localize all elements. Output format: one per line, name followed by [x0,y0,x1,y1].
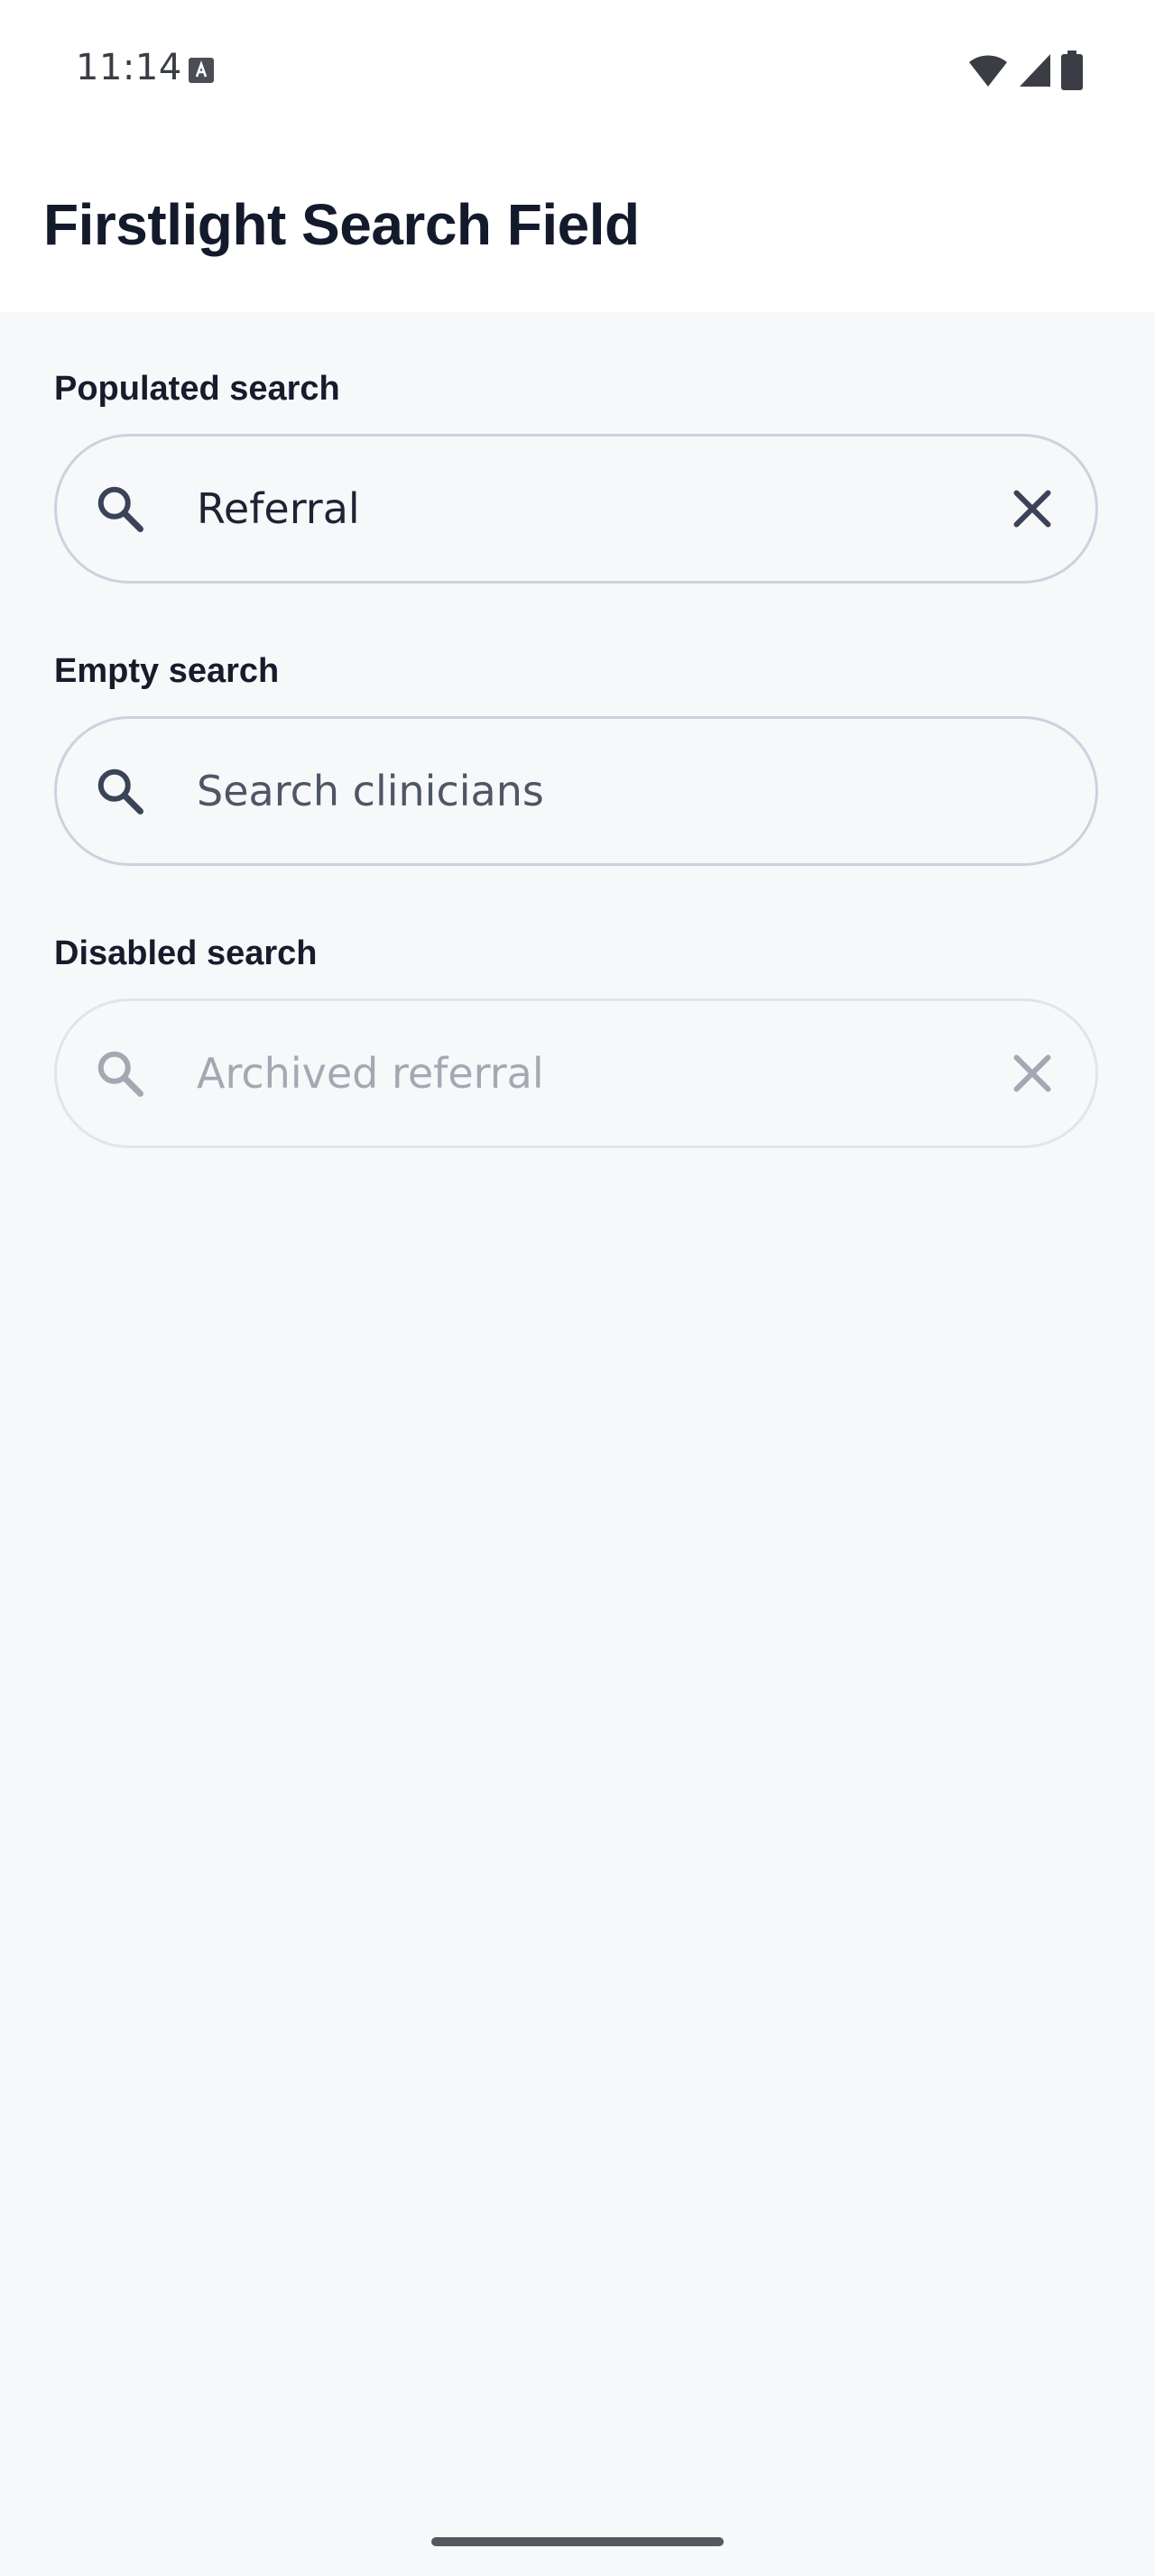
app-bar: Firstlight Search Field [0,135,1155,312]
content: Populated search Referral Empty search S… [0,312,1155,2576]
status-bar: 11:14 [0,0,1155,135]
populated-search-field[interactable]: Referral [54,434,1098,584]
clear-icon[interactable] [1005,482,1059,536]
populated-search-input[interactable]: Referral [197,484,360,533]
clear-icon [1013,1054,1051,1092]
search-icon [97,486,143,532]
status-icons [967,51,1083,90]
home-indicator[interactable] [431,2537,724,2546]
battery-icon [1061,51,1083,90]
disabled-search-label: Disabled search [54,934,318,972]
cellular-signal-icon [1020,54,1050,87]
status-time: 11:14 [76,47,182,88]
disabled-search-field: Archived referral [54,998,1098,1148]
empty-search-field[interactable]: Search clinicians [54,716,1098,866]
keyboard-notification-icon [189,58,214,83]
wifi-icon [969,55,1007,87]
disabled-search-input: Archived referral [197,1049,544,1098]
search-icon [97,1051,143,1097]
populated-search-label: Populated search [54,370,340,408]
empty-search-placeholder[interactable]: Search clinicians [197,767,544,815]
empty-search-label: Empty search [54,652,280,690]
page-title: Firstlight Search Field [43,192,640,257]
search-icon [97,768,143,814]
